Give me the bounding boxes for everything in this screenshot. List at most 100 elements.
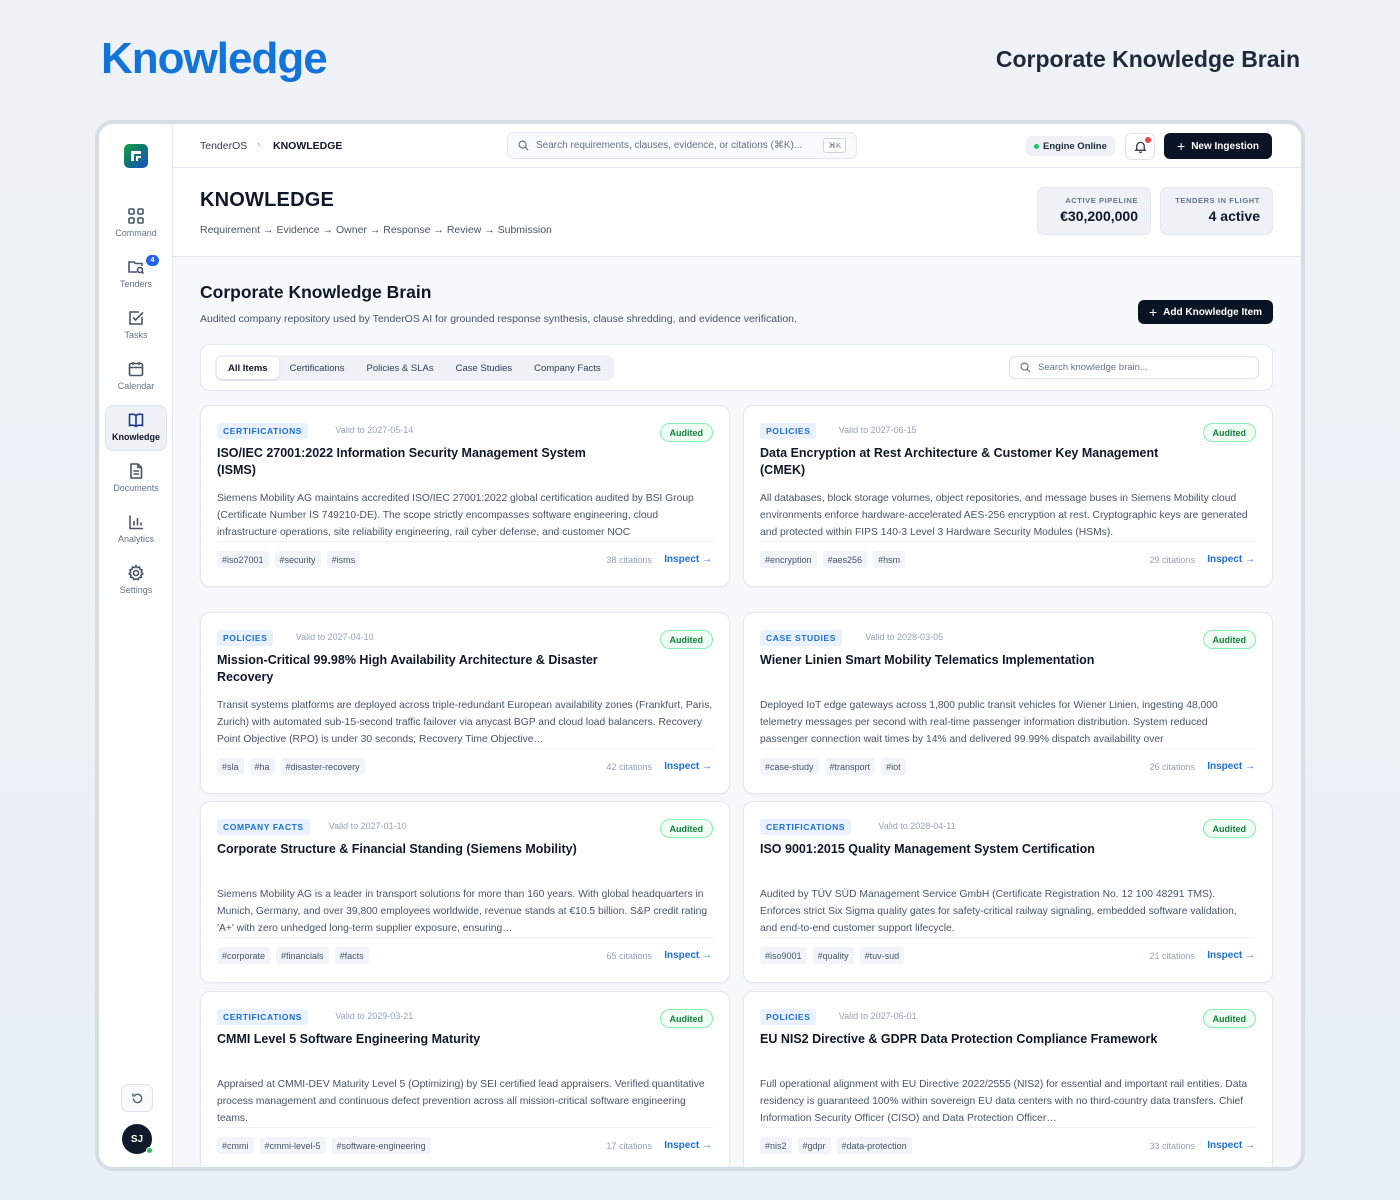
stat-label: TENDERS IN FLIGHT [1175, 196, 1260, 205]
app-logo[interactable] [124, 144, 148, 168]
knowledge-card[interactable]: CERTIFICATIONS Valid to 2027-05-14 Audit… [200, 405, 730, 587]
tab-policies-slas[interactable]: Policies & SLAs [356, 357, 445, 379]
category-tag: CASE STUDIES [760, 630, 843, 646]
hashtag-chip[interactable]: #iso9001 [760, 947, 807, 964]
validity-date: Valid to 2028-04-11 [878, 821, 956, 831]
card-title[interactable]: ISO 9001:2015 Quality Management System … [760, 841, 1160, 858]
card-divider [760, 541, 1256, 542]
hashtag-chip[interactable]: #hsm [873, 551, 906, 568]
hashtag-chip[interactable]: #software-engineering [331, 1137, 431, 1154]
hashtag-chip[interactable]: #financials [276, 947, 329, 964]
citation-count: 26 citations [1149, 762, 1195, 772]
category-tabs: All Items Certifications Policies & SLAs… [215, 355, 614, 381]
hashtag-chip[interactable]: #iot [881, 758, 906, 775]
breadcrumb-root[interactable]: TenderOS [200, 140, 247, 152]
hashtag-chip[interactable]: #iso27001 [217, 551, 269, 568]
sidebar-item-calendar[interactable]: Calendar [105, 355, 167, 401]
card-title[interactable]: ISO/IEC 27001:2022 Information Security … [217, 445, 617, 479]
inspect-link[interactable]: Inspect → [1207, 950, 1255, 961]
inspect-link[interactable]: Inspect → [1207, 761, 1255, 772]
sidebar-item-settings[interactable]: Settings [105, 559, 167, 605]
validity-date: Valid to 2027-04-10 [295, 632, 374, 642]
knowledge-card[interactable]: POLICIES Valid to 2027-04-10 Audited Mis… [200, 612, 730, 794]
hashtag-chip[interactable]: #gdpr [797, 1137, 831, 1154]
refresh-button[interactable] [121, 1084, 153, 1112]
tab-company-facts[interactable]: Company Facts [523, 357, 612, 379]
hashtag-chip[interactable]: #cmmi-level-5 [259, 1137, 326, 1154]
sidebar-item-analytics[interactable]: Analytics [105, 508, 167, 554]
filter-bar: All Items Certifications Policies & SLAs… [200, 344, 1273, 391]
tab-certifications[interactable]: Certifications [279, 357, 356, 379]
inspect-link[interactable]: Inspect → [664, 761, 712, 772]
audited-status-badge: Audited [659, 630, 713, 649]
card-title[interactable]: Wiener Linien Smart Mobility Telematics … [760, 652, 1160, 669]
knowledge-search-input[interactable]: Search knowledge brain... [1009, 356, 1259, 379]
hashtag-chip[interactable]: #isms [326, 551, 361, 568]
card-title[interactable]: EU NIS2 Directive & GDPR Data Protection… [760, 1031, 1160, 1048]
card-divider [760, 937, 1256, 938]
hashtag-chip[interactable]: #sla [217, 758, 244, 775]
search-shortcut-hint: ⌘K [823, 138, 846, 153]
knowledge-card[interactable]: CASE STUDIES Valid to 2028-03-05 Audited… [743, 612, 1273, 794]
sidebar-item-tasks[interactable]: Tasks [105, 304, 167, 350]
validity-date: Valid to 2027-01-10 [328, 821, 407, 831]
hashtag-chip[interactable]: #security [274, 551, 321, 568]
card-title[interactable]: CMMI Level 5 Software Engineering Maturi… [217, 1031, 617, 1048]
citation-count: 29 citations [1149, 555, 1195, 565]
hashtag-chip[interactable]: #data-protection [836, 1137, 912, 1154]
tab-all-items[interactable]: All Items [217, 357, 279, 379]
tab-case-studies[interactable]: Case Studies [445, 357, 524, 379]
hashtag-chip[interactable]: #encryption [760, 551, 817, 568]
inspect-link[interactable]: Inspect → [1207, 1140, 1255, 1151]
sidebar-item-label: Analytics [117, 534, 154, 544]
card-title[interactable]: Data Encryption at Rest Architecture & C… [760, 445, 1160, 479]
bar-chart-icon [129, 515, 143, 530]
calendar-icon [128, 362, 144, 377]
knowledge-card[interactable]: POLICIES Valid to 2027-06-15 Audited Dat… [743, 405, 1273, 587]
sidebar-item-knowledge[interactable]: Knowledge [105, 405, 167, 451]
add-knowledge-item-button[interactable]: + Add Knowledge Item [1138, 300, 1273, 324]
search-placeholder: Search requirements, clauses, evidence, … [536, 140, 803, 151]
hashtag-chip[interactable]: #nis2 [760, 1137, 792, 1154]
sidebar-item-tenders[interactable]: 4 Tenders [105, 253, 167, 299]
validity-date: Valid to 2028-03-05 [865, 632, 944, 642]
card-title[interactable]: Mission-Critical 99.98% High Availabilit… [217, 652, 617, 686]
inspect-link[interactable]: Inspect → [664, 554, 712, 565]
hashtag-chip[interactable]: #quality [812, 947, 854, 964]
hashtag-chip[interactable]: #case-study [760, 758, 819, 775]
audited-status-badge: Audited [1202, 423, 1256, 442]
engine-status-badge: Engine Online [1026, 136, 1115, 156]
stat-value: 4 active [1208, 208, 1260, 224]
sidebar-item-command[interactable]: Command [105, 202, 167, 248]
knowledge-card[interactable]: CERTIFICATIONS Valid to 2029-03-21 Audit… [200, 991, 730, 1167]
card-divider [760, 748, 1256, 749]
card-divider [217, 748, 713, 749]
category-tag: CERTIFICATIONS [760, 819, 852, 835]
citation-count: 17 citations [606, 1141, 652, 1151]
sidebar-item-label: Tasks [124, 330, 148, 340]
knowledge-card[interactable]: COMPANY FACTS Valid to 2027-01-10 Audite… [200, 801, 730, 983]
hashtag-chip[interactable]: #corporate [217, 947, 271, 964]
global-search-input[interactable]: Search requirements, clauses, evidence, … [507, 132, 857, 159]
card-title[interactable]: Corporate Structure & Financial Standing… [217, 841, 617, 858]
inspect-link[interactable]: Inspect → [664, 1140, 712, 1151]
knowledge-card[interactable]: CERTIFICATIONS Valid to 2028-04-11 Audit… [743, 801, 1273, 983]
knowledge-card[interactable]: POLICIES Valid to 2027-06-01 Audited EU … [743, 991, 1273, 1167]
audited-status-badge: Audited [1202, 1009, 1256, 1028]
notifications-button[interactable] [1125, 133, 1155, 160]
inspect-link[interactable]: Inspect → [1207, 554, 1255, 565]
hashtag-chip[interactable]: #aes256 [822, 551, 868, 568]
new-ingestion-button[interactable]: + New Ingestion [1164, 133, 1272, 159]
sidebar-item-documents[interactable]: Documents [105, 457, 167, 503]
avatar[interactable]: SJ [122, 1124, 153, 1154]
logo-mark-icon [131, 151, 141, 161]
hashtag-chip[interactable]: #disaster-recovery [280, 758, 365, 775]
category-tag: CERTIFICATIONS [217, 423, 309, 439]
hashtag-chip[interactable]: #facts [334, 947, 369, 964]
hashtag-chip[interactable]: #tuv-sud [859, 947, 905, 964]
tag-list: #encryption #aes256 #hsm [760, 551, 906, 568]
inspect-link[interactable]: Inspect → [664, 950, 712, 961]
hashtag-chip[interactable]: #cmmi [217, 1137, 254, 1154]
hashtag-chip[interactable]: #ha [249, 758, 275, 775]
hashtag-chip[interactable]: #transport [824, 758, 876, 775]
